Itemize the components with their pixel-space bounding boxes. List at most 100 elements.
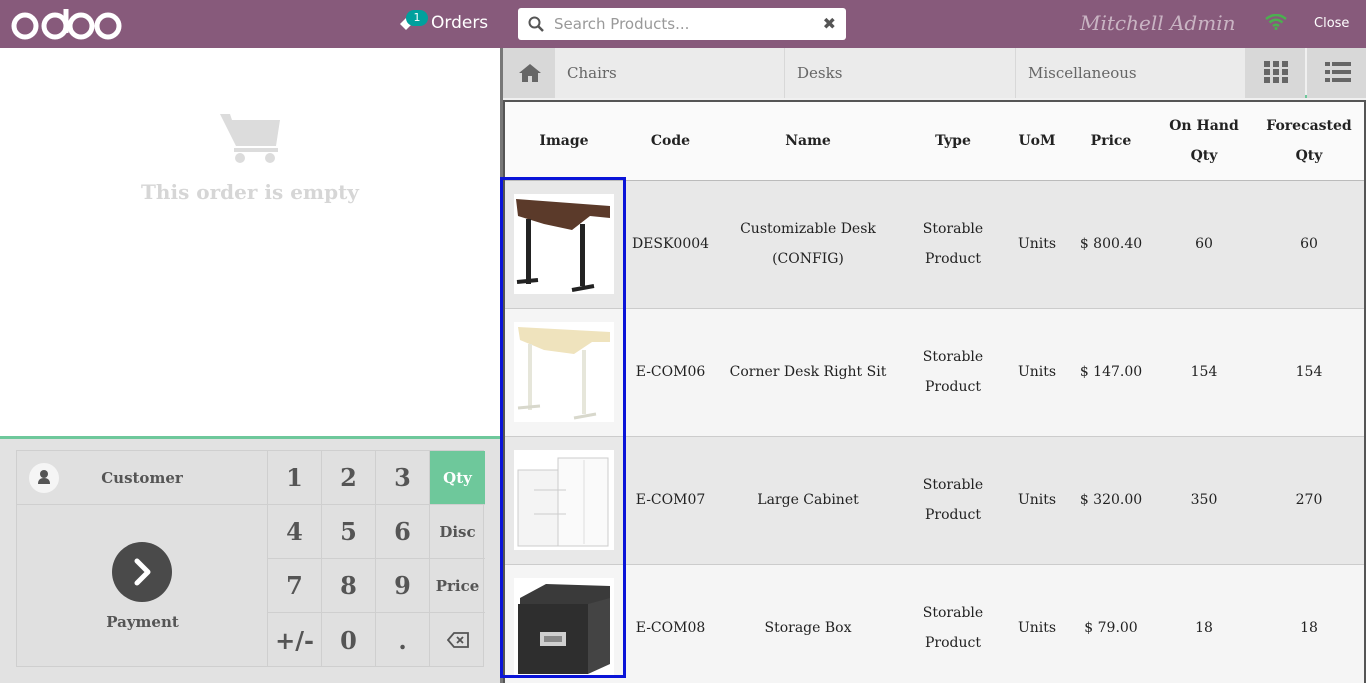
product-forecasted-qty: 18: [1252, 564, 1364, 683]
numpad-key-2[interactable]: 2: [322, 451, 376, 505]
numpad-key-plusminus[interactable]: +/-: [268, 613, 322, 667]
numpad-key-6[interactable]: 6: [376, 505, 430, 559]
table-header-row: Image Code Name Type UoM Price On Hand Q…: [505, 102, 1364, 181]
product-onhand-qty: 18: [1156, 564, 1252, 683]
product-forecasted-qty: 60: [1252, 180, 1364, 309]
payment-button[interactable]: Payment: [17, 505, 268, 667]
forecast-header-line1: Forecasted: [1266, 117, 1352, 134]
desk-light-image: [514, 322, 614, 422]
product-name: Large Cabinet: [718, 436, 898, 565]
grid-view-button[interactable]: [1246, 48, 1305, 98]
odoo-logo: [11, 9, 122, 40]
category-miscellaneous[interactable]: Miscellaneous: [1016, 48, 1246, 98]
product-forecasted-qty: 270: [1252, 436, 1364, 565]
orders-button[interactable]: Orders: [431, 13, 488, 33]
product-uom: Units: [1008, 436, 1066, 565]
numpad-key-1[interactable]: 1: [268, 451, 322, 505]
orders-count-badge: 1: [406, 10, 428, 26]
column-header-onhand-qty: On Hand Qty: [1156, 102, 1252, 181]
numpad-key-4[interactable]: 4: [268, 505, 322, 559]
wifi-icon: [1265, 14, 1287, 30]
product-name: Customizable Desk (CONFIG): [718, 180, 898, 309]
product-code: E-COM06: [623, 308, 718, 437]
close-button[interactable]: Close: [1314, 16, 1349, 31]
onhand-header-line2: Qty: [1190, 147, 1218, 164]
search-input[interactable]: [554, 12, 814, 36]
search-icon: [528, 16, 544, 32]
list-view-button[interactable]: [1307, 48, 1366, 98]
storage-box-image: [514, 578, 614, 678]
table-row[interactable]: E-COM08 Storage Box Storable Product Unit…: [505, 564, 1364, 683]
control-pad-area: Customer Payment 1 2 3 Qty 4 5 6 Disc 7 …: [0, 436, 500, 683]
grid-icon: [1264, 61, 1288, 83]
product-uom: Units: [1008, 180, 1066, 309]
desk-dark-image: [514, 194, 614, 294]
disc-mode-button[interactable]: Disc: [430, 505, 485, 559]
shopping-cart-icon: [220, 114, 280, 163]
product-onhand-qty: 154: [1156, 308, 1252, 437]
customer-label: Customer: [101, 469, 183, 487]
product-type: Storable Product: [898, 436, 1008, 565]
product-price: $ 800.40: [1066, 180, 1156, 309]
column-header-name: Name: [718, 102, 898, 181]
search-box: ✖: [518, 8, 846, 40]
product-image-cell: [505, 308, 623, 437]
numpad-key-3[interactable]: 3: [376, 451, 430, 505]
table-row[interactable]: DESK0004 Customizable Desk (CONFIG) Stora…: [505, 180, 1364, 309]
product-onhand-qty: 60: [1156, 180, 1252, 309]
product-forecasted-qty: 154: [1252, 308, 1364, 437]
numpad-key-9[interactable]: 9: [376, 559, 430, 613]
column-header-uom: UoM: [1008, 102, 1066, 181]
column-header-forecasted-qty: Forecasted Qty: [1252, 102, 1364, 181]
cabinet-image: [514, 450, 614, 550]
table-row[interactable]: E-COM07 Large Cabinet Storable Product Un…: [505, 436, 1364, 565]
list-icon: [1325, 62, 1351, 82]
column-header-price: Price: [1066, 102, 1156, 181]
numpad-key-8[interactable]: 8: [322, 559, 376, 613]
product-list: Image Code Name Type UoM Price On Hand Q…: [503, 100, 1366, 683]
customer-avatar: [29, 463, 59, 493]
clear-search-icon[interactable]: ✖: [823, 14, 836, 33]
chevron-right-icon: [112, 542, 172, 602]
empty-order-message: This order is empty: [141, 180, 359, 204]
home-category-button[interactable]: [503, 48, 555, 98]
qty-mode-button[interactable]: Qty: [430, 451, 485, 505]
backspace-button[interactable]: [430, 613, 485, 667]
user-name[interactable]: Mitchell Admin: [1080, 11, 1235, 35]
product-table: Image Code Name Type UoM Price On Hand Q…: [505, 102, 1364, 683]
numpad-key-7[interactable]: 7: [268, 559, 322, 613]
product-uom: Units: [1008, 564, 1066, 683]
product-code: DESK0004: [623, 180, 718, 309]
product-image-cell: [505, 436, 623, 565]
numpad-key-decimal[interactable]: .: [376, 613, 430, 667]
product-price: $ 79.00: [1066, 564, 1156, 683]
product-price: $ 147.00: [1066, 308, 1156, 437]
customer-button[interactable]: Customer: [17, 451, 268, 505]
product-type: Storable Product: [898, 308, 1008, 437]
payment-label: Payment: [106, 613, 179, 631]
product-name: Storage Box: [718, 564, 898, 683]
category-bar: Chairs Desks Miscellaneous: [503, 48, 1366, 98]
product-type: Storable Product: [898, 180, 1008, 309]
column-header-image: Image: [505, 102, 623, 181]
product-image-cell: [505, 564, 623, 683]
category-desks[interactable]: Desks: [785, 48, 1016, 98]
column-header-type: Type: [898, 102, 1008, 181]
product-image-cell: [505, 180, 623, 309]
top-bar: 1 Orders ✖ Mitchell Admin Close: [0, 0, 1366, 48]
product-code: E-COM08: [623, 564, 718, 683]
user-icon: [38, 470, 50, 484]
numpad-key-5[interactable]: 5: [322, 505, 376, 559]
price-mode-button[interactable]: Price: [430, 559, 485, 613]
category-chairs[interactable]: Chairs: [555, 48, 785, 98]
product-type: Storable Product: [898, 564, 1008, 683]
product-price: $ 320.00: [1066, 436, 1156, 565]
numpad-key-0[interactable]: 0: [322, 613, 376, 667]
table-row[interactable]: E-COM06 Corner Desk Right Sit Storable Pr…: [505, 308, 1364, 437]
order-pane: This order is empty Customer Payment 1 2…: [0, 48, 500, 683]
home-icon: [519, 64, 541, 82]
onhand-header-line1: On Hand: [1169, 117, 1239, 134]
product-onhand-qty: 350: [1156, 436, 1252, 565]
product-code: E-COM07: [623, 436, 718, 565]
backspace-icon: [446, 632, 469, 648]
